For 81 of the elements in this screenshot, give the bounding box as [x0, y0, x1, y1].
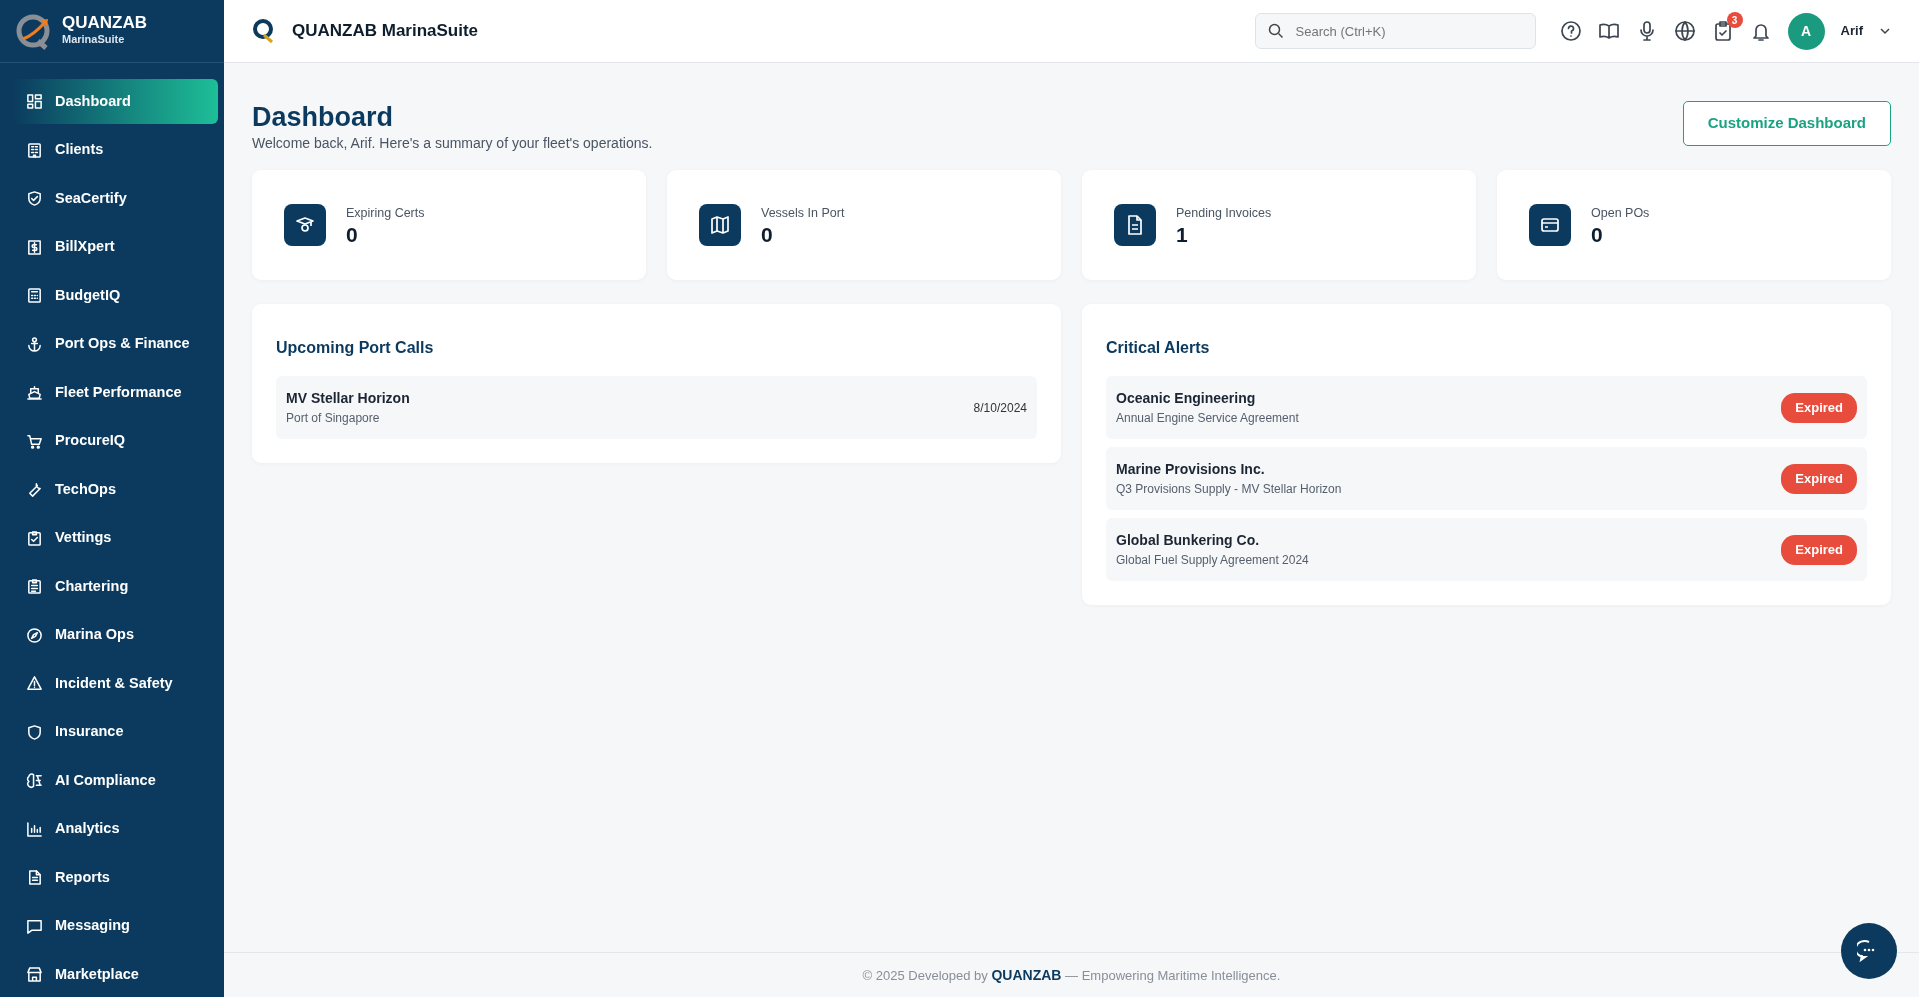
globe-icon[interactable] — [1673, 20, 1696, 42]
sidebar-item[interactable]: Reports — [12, 855, 218, 900]
sidebar-item[interactable]: Analytics — [12, 806, 218, 852]
sidebar-item[interactable]: Marina Ops — [12, 612, 218, 658]
status-pill: Expired — [1781, 464, 1857, 494]
calculator-icon — [26, 287, 43, 304]
card-icon — [1529, 204, 1571, 247]
alert-row[interactable]: Oceanic Engineering Annual Engine Service Agreement Expired — [1106, 376, 1867, 440]
stat-value: 1 — [1176, 223, 1189, 247]
sidebar-item[interactable]: Marketplace — [12, 952, 218, 997]
alert-row[interactable]: Marine Provisions Inc. Q3 Provisions Supply - MV Stellar Horizon Expired — [1106, 447, 1867, 511]
sidebar-item[interactable]: Vettings — [12, 515, 218, 561]
stat-value: 0 — [346, 223, 359, 247]
shield-icon — [26, 190, 43, 207]
page-title: Dashboard — [252, 101, 395, 134]
port-call-date: 8/10/2024 — [973, 399, 1027, 417]
avatar[interactable]: A — [1787, 12, 1825, 50]
port-name: Port of Singapore — [286, 410, 381, 428]
sidebar-item[interactable]: Insurance — [12, 709, 218, 755]
stat-label: Vessels In Port — [761, 205, 845, 223]
store-icon — [26, 966, 43, 983]
sidebar-item[interactable]: BillXpert — [12, 224, 218, 270]
chevron-down-icon[interactable] — [1879, 25, 1891, 37]
chat-button[interactable] — [1841, 923, 1897, 979]
alert-row[interactable]: Global Bunkering Co. Global Fuel Supply Agreement 2024 Expired — [1106, 518, 1867, 582]
logo-icon — [252, 18, 276, 44]
stat-label: Pending Invoices — [1176, 205, 1272, 223]
sidebar-item[interactable]: Clients — [12, 127, 218, 173]
bar-chart-icon — [26, 820, 43, 838]
app-title: QUANZAB MarinaSuite — [292, 20, 479, 43]
warning-icon — [26, 675, 43, 692]
search-field[interactable]: Search (Ctrl+K) — [1254, 13, 1536, 49]
vessel-name: MV Stellar Horizon — [286, 389, 410, 409]
message-icon — [26, 917, 43, 935]
alert-detail: Global Fuel Supply Agreement 2024 — [1116, 552, 1309, 570]
sidebar-item[interactable]: TechOps — [12, 467, 218, 512]
alert-detail: Q3 Provisions Supply - MV Stellar Horizon — [1116, 481, 1342, 499]
sidebar-item[interactable]: Port Ops & Finance — [12, 321, 218, 367]
sidebar-item[interactable]: Messaging — [12, 903, 218, 949]
shield-icon — [26, 723, 43, 741]
section-title: Upcoming Port Calls — [276, 338, 435, 359]
document-icon — [26, 869, 43, 886]
stat-value: 0 — [761, 223, 774, 247]
clipboard-check-icon — [26, 529, 43, 547]
search-icon — [1267, 23, 1284, 39]
receipt-icon — [26, 238, 43, 256]
brand-name: QUANZAB — [62, 14, 147, 32]
clipboard-list-icon — [26, 578, 43, 595]
map-icon — [699, 204, 741, 247]
sidebar-item[interactable]: ProcureIQ — [12, 418, 218, 464]
port-call-row[interactable]: MV Stellar Horizon Port of Singapore 8/10/2024 — [276, 376, 1037, 440]
ship-icon — [26, 384, 43, 401]
status-pill: Expired — [1781, 393, 1857, 423]
stat-label: Expiring Certs — [346, 205, 425, 223]
anchor-icon — [26, 335, 43, 353]
status-pill: Expired — [1781, 535, 1857, 565]
stat-value: 0 — [1591, 223, 1604, 247]
user-name[interactable]: Arif — [1840, 21, 1863, 41]
notification-badge: 3 — [1726, 12, 1743, 28]
footer-text: © 2025 Developed by QUANZAB — Empowering Maritime Intelligence. — [862, 965, 1281, 985]
sidebar-item[interactable]: Incident & Safety — [12, 661, 218, 706]
sidebar-item[interactable]: Chartering — [12, 564, 218, 609]
alert-name: Global Bunkering Co. — [1116, 531, 1261, 551]
grid-icon — [26, 93, 43, 110]
alert-name: Oceanic Engineering — [1116, 389, 1257, 409]
cart-icon — [26, 432, 43, 450]
document-icon — [1114, 204, 1156, 247]
graduation-cap-icon — [284, 204, 326, 247]
help-icon[interactable] — [1559, 20, 1582, 42]
stat-label: Open POs — [1591, 205, 1650, 223]
alert-detail: Annual Engine Service Agreement — [1116, 410, 1299, 428]
building-icon — [26, 141, 43, 159]
brand-subtitle: MarinaSuite — [62, 32, 126, 48]
page-subtitle: Welcome back, Arif. Here's a summary of your fleet's operations. — [252, 134, 653, 154]
sidebar-item[interactable]: AI Compliance — [12, 758, 218, 803]
section-title: Critical Alerts — [1106, 338, 1211, 359]
sidebar-item[interactable]: Fleet Performance — [12, 370, 218, 415]
sidebar-item[interactable]: BudgetIQ — [12, 273, 218, 318]
compass-icon — [26, 626, 43, 644]
alert-name: Marine Provisions Inc. — [1116, 460, 1266, 480]
sidebar-item[interactable]: SeaCertify — [12, 176, 218, 221]
